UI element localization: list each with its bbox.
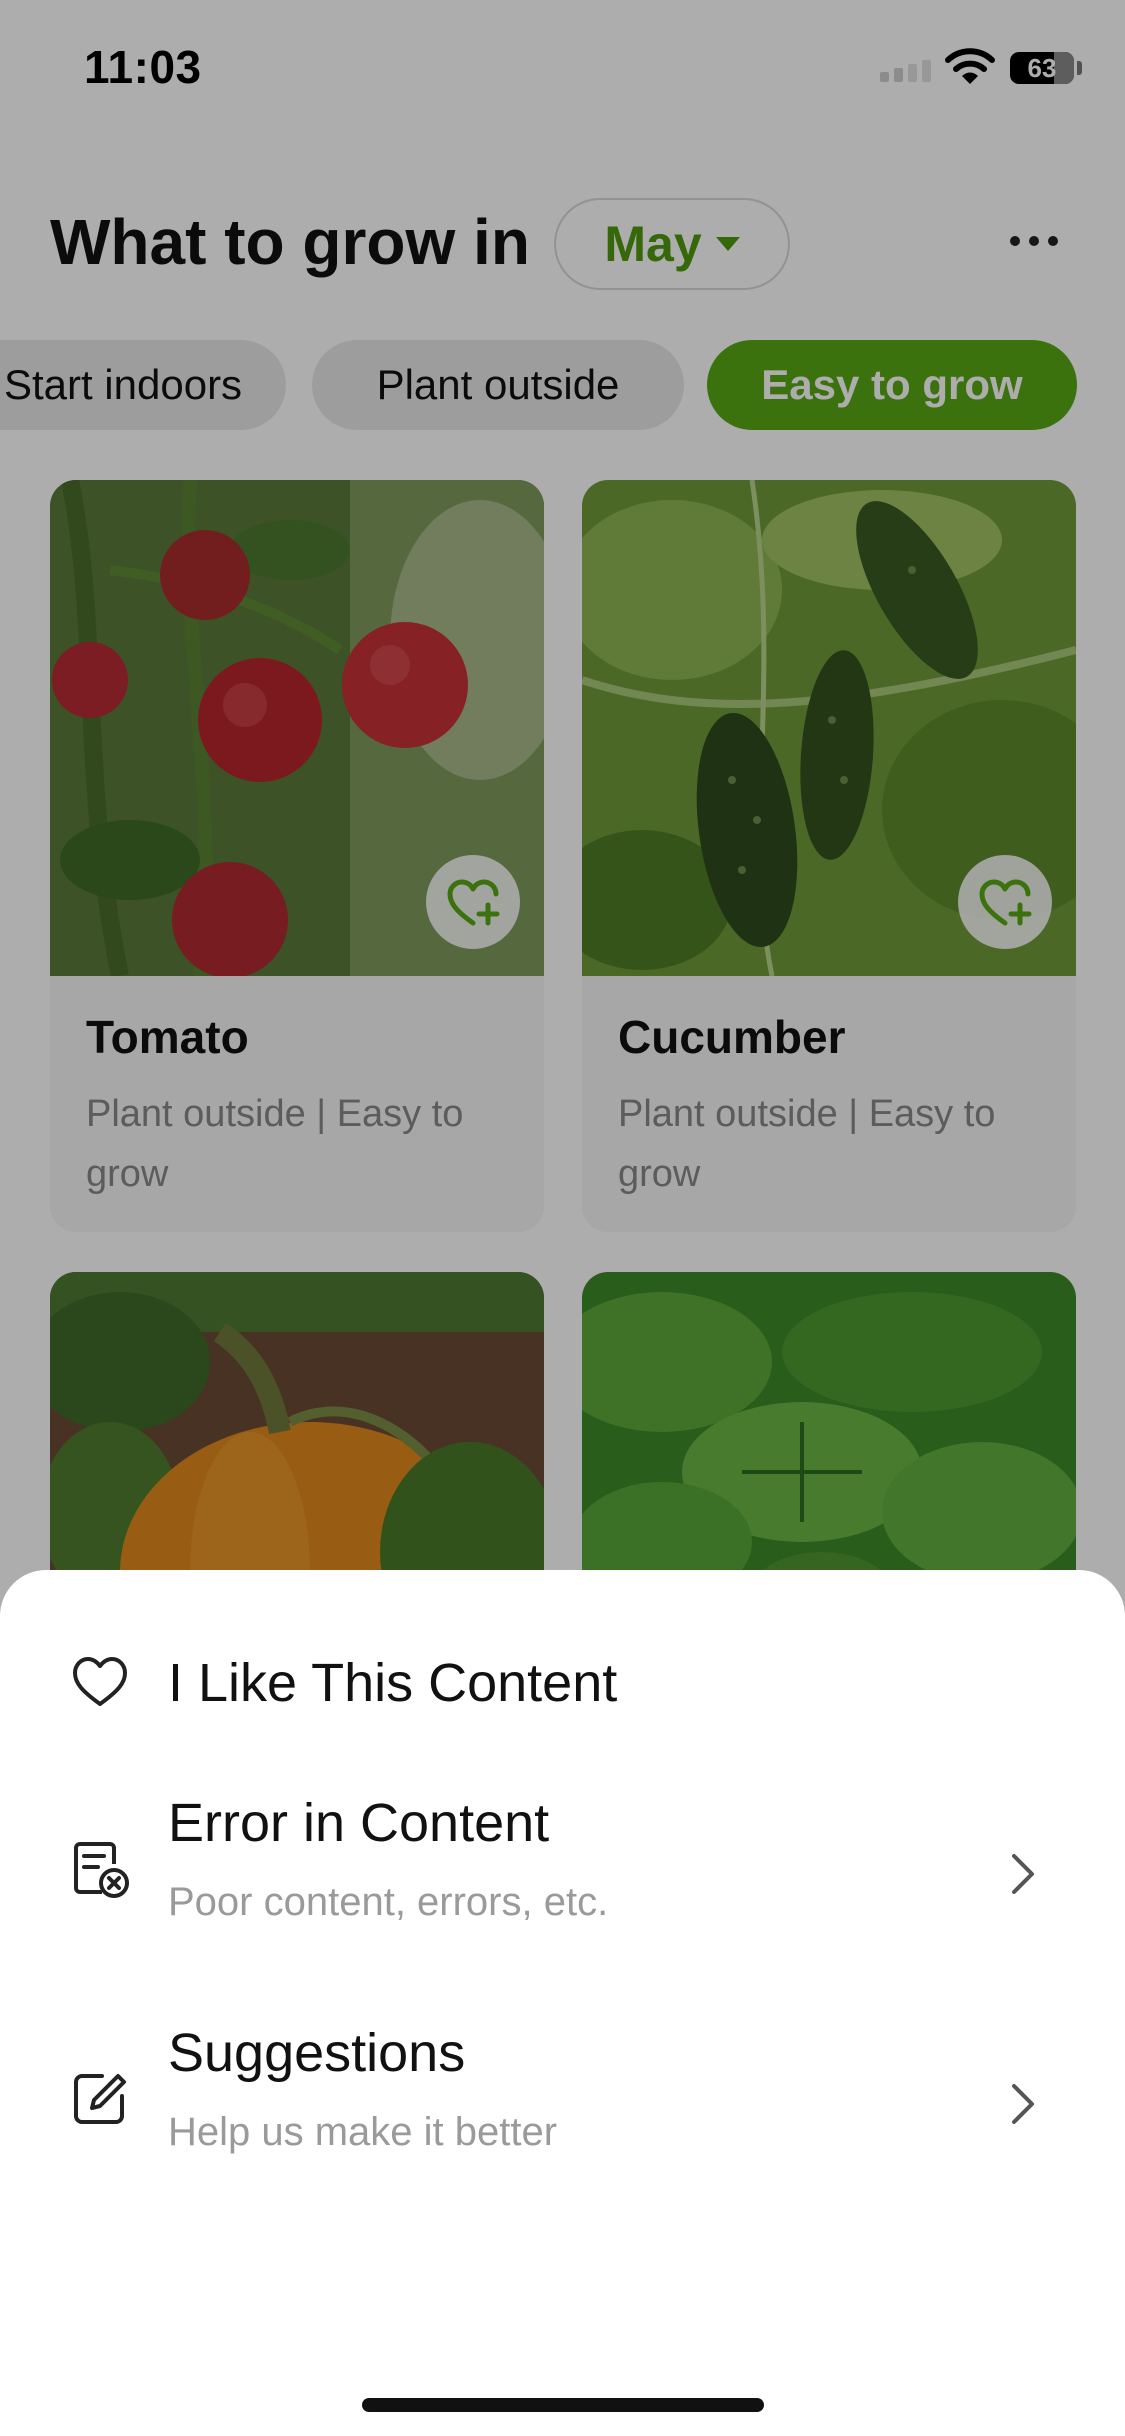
like-content-option[interactable]: I Like This Content	[0, 1630, 1125, 1740]
chevron-right-icon	[1012, 1854, 1034, 1894]
feedback-bottom-sheet: I Like This Content Error in Content Poo…	[0, 1570, 1125, 2436]
home-indicator[interactable]	[362, 2398, 764, 2412]
screen: 11:03 63 What to grow in May Start indoo…	[0, 0, 1125, 2436]
error-in-content-subtitle: Poor content, errors, etc.	[168, 1880, 609, 1924]
edit-icon	[74, 2074, 126, 2124]
content-error-icon	[74, 1842, 129, 1898]
chevron-right-icon	[1012, 2084, 1034, 2124]
suggestions-title: Suggestions	[168, 2023, 466, 2083]
suggestions-subtitle: Help us make it better	[168, 2110, 558, 2154]
like-content-title: I Like This Content	[168, 1653, 618, 1713]
error-in-content-title: Error in Content	[168, 1793, 550, 1853]
error-in-content-option[interactable]: Error in Content Poor content, errors, e…	[0, 1790, 1125, 1970]
suggestions-option[interactable]: Suggestions Help us make it better	[0, 2020, 1125, 2200]
heart-outline-icon	[73, 1657, 127, 1706]
